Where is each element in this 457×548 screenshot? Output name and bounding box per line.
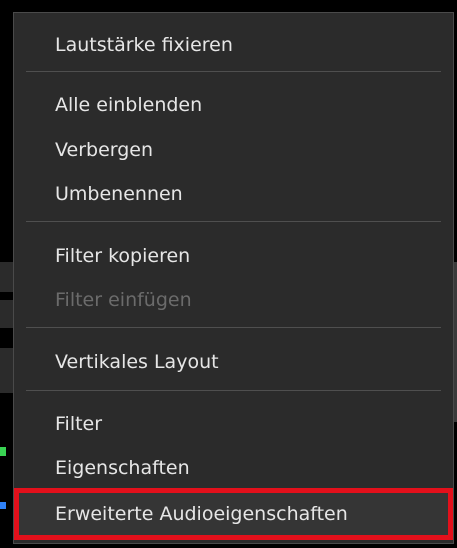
menu-item-show-all[interactable]: Alle einblenden xyxy=(14,85,453,125)
menu-item-label: Filter xyxy=(55,413,103,435)
menu-separator xyxy=(26,221,441,222)
background-panel-fragment xyxy=(0,300,14,328)
background-audio-meter xyxy=(0,447,6,456)
menu-item-label: Erweiterte Audioeigenschaften xyxy=(55,503,348,525)
menu-item-advanced-audio-properties[interactable]: Erweiterte Audioeigenschaften xyxy=(14,493,453,535)
menu-separator xyxy=(26,327,441,328)
menu-item-filters[interactable]: Filter xyxy=(14,404,453,444)
menu-item-label: Verbergen xyxy=(55,139,154,161)
menu-separator xyxy=(26,390,441,391)
menu-item-lock-volume[interactable]: Lautstärke fixieren xyxy=(14,25,453,65)
menu-item-label: Umbenennen xyxy=(55,183,183,205)
menu-item-copy-filters[interactable]: Filter kopieren xyxy=(14,236,453,276)
background-panel-fragment xyxy=(0,262,14,292)
menu-item-vertical-layout[interactable]: Vertikales Layout xyxy=(14,342,453,382)
menu-item-label: Alle einblenden xyxy=(55,94,203,116)
menu-item-hide[interactable]: Verbergen xyxy=(14,130,453,170)
menu-separator xyxy=(26,71,441,72)
menu-item-label: Lautstärke fixieren xyxy=(55,34,233,56)
background-audio-meter xyxy=(0,502,6,509)
menu-item-paste-filters[interactable]: Filter einfügen xyxy=(14,280,453,320)
menu-item-label: Eigenschaften xyxy=(55,457,190,479)
context-menu: Lautstärke fixieren Alle einblenden Verb… xyxy=(13,12,454,544)
menu-item-label: Vertikales Layout xyxy=(55,351,219,373)
menu-item-rename[interactable]: Umbenennen xyxy=(14,174,453,214)
menu-item-label: Filter einfügen xyxy=(55,289,192,311)
menu-item-properties[interactable]: Eigenschaften xyxy=(14,448,453,488)
menu-item-label: Filter kopieren xyxy=(55,245,191,267)
background-panel-fragment xyxy=(0,348,14,393)
